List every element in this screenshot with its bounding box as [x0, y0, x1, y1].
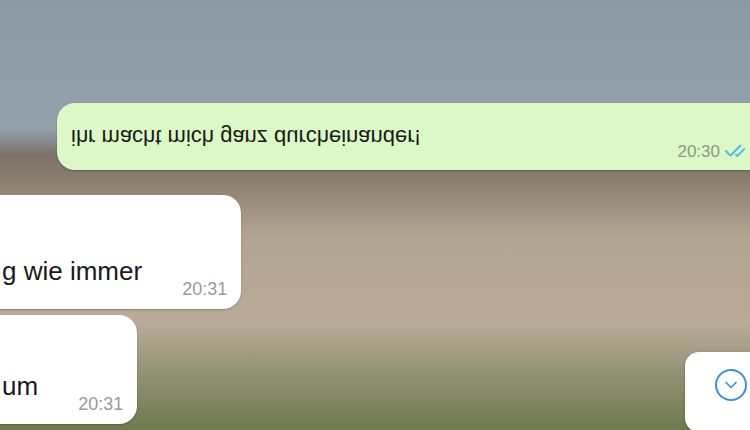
outgoing-message[interactable]: ihr macht mich ganz durcheinander! 20:30: [57, 103, 750, 170]
read-ticks-icon: [724, 140, 746, 162]
bottom-row: um 20:31: [0, 315, 750, 430]
message-time: 20:30: [677, 142, 720, 162]
chat-screen: ihr macht mich ganz durcheinander! 20:30 g…: [0, 0, 750, 430]
message-time: 20:31: [78, 394, 123, 414]
message-time: 20:31: [182, 279, 227, 299]
message-text: ihr macht mich ganz durcheinander!: [71, 123, 421, 151]
message-text: um: [2, 370, 38, 402]
message-meta: 20:30: [677, 140, 746, 170]
scroll-down-button[interactable]: [685, 352, 750, 430]
incoming-group: g wie immer 20:31 um 20:31: [0, 195, 750, 430]
incoming-message[interactable]: um 20:31: [0, 315, 137, 424]
message-text: g wie immer: [2, 255, 142, 287]
incoming-message[interactable]: g wie immer 20:31: [0, 195, 241, 309]
chevron-circle-icon: [715, 369, 747, 401]
